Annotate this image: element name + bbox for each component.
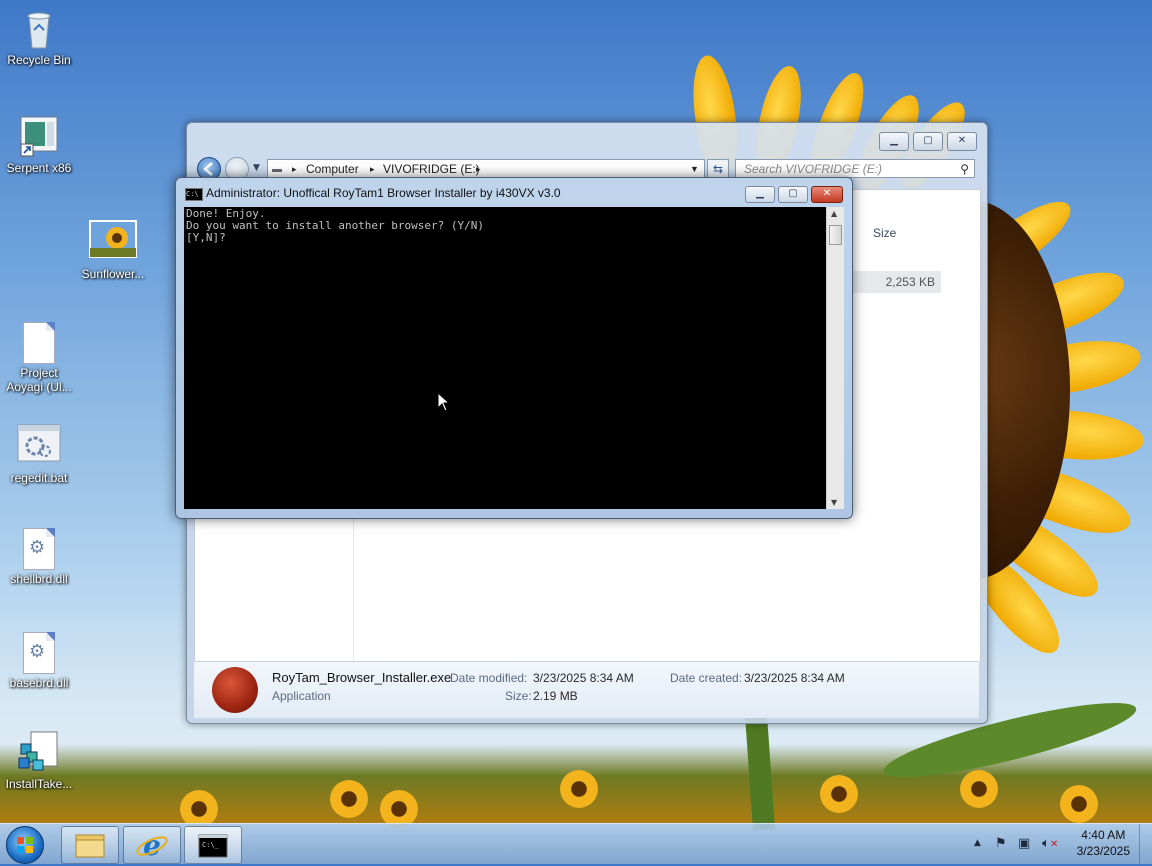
folder-icon: [75, 834, 105, 858]
taskbar-ie-button[interactable]: e: [123, 826, 181, 864]
details-pane: RoyTam_Browser_Installer.exe Application…: [194, 661, 979, 718]
volume-muted-icon[interactable]: 🔈︎✕: [1042, 836, 1058, 851]
desktop-icon-project-aoyagi[interactable]: Project Aoyagi (Ul...: [0, 320, 78, 394]
console-title: Administrator: Unoffical RoyTam1 Browser…: [206, 186, 561, 200]
details-filename: RoyTam_Browser_Installer.exe: [272, 670, 452, 685]
start-button[interactable]: [6, 826, 44, 864]
console-minimize-button[interactable]: ▁: [745, 186, 775, 203]
command-prompt-icon: C:\_: [198, 834, 228, 858]
search-placeholder: Search VIVOFRIDGE (E:): [744, 162, 883, 176]
show-desktop-button[interactable]: [1139, 824, 1152, 864]
mouse-cursor-icon: [437, 392, 451, 412]
maximize-button[interactable]: ▢: [913, 132, 943, 151]
dll-file-icon: ⚙: [23, 528, 55, 570]
svg-text:e: e: [143, 829, 161, 862]
desktop-icon-label: regedit.bat: [10, 471, 68, 485]
desktop-icon-label: basebrd.dll: [9, 676, 69, 690]
date-created-value: 3/23/2025 8:34 AM: [744, 671, 845, 685]
desktop-icon-regedit-bat[interactable]: regedit.bat: [0, 424, 78, 485]
desktop-icon-basebrd-dll[interactable]: ⚙ basebrd.dll: [0, 630, 78, 690]
desktop-icon-label: Serpent x86: [6, 161, 72, 175]
clock-date: 3/23/2025: [1076, 844, 1130, 858]
clock[interactable]: 4:40 AM 3/23/2025: [1077, 827, 1130, 859]
desktop-icon-label: InstallTake...: [5, 777, 73, 791]
desktop-icon-recycle-bin[interactable]: Recycle Bin: [0, 6, 78, 67]
taskbar-explorer-button[interactable]: [61, 826, 119, 864]
desktop-icon-label: Recycle Bin: [7, 53, 71, 67]
desktop-icon-serpent[interactable]: Serpent x86: [0, 114, 78, 175]
internet-explorer-icon: e: [136, 829, 168, 862]
minimize-button[interactable]: ▁: [879, 132, 909, 151]
dll-file-icon: ⚙: [23, 632, 55, 674]
cmd-icon: C:\: [185, 188, 203, 201]
recent-pages-chevron-icon[interactable]: ▼: [253, 163, 260, 173]
desktop-icon-label: shellbrd.dll: [10, 572, 68, 586]
console-close-button[interactable]: ✕: [811, 186, 843, 203]
console-line: [Y,N]?: [186, 231, 226, 244]
registry-file-icon: [17, 730, 61, 774]
search-input[interactable]: Search VIVOFRIDGE (E:) ⚲: [735, 159, 975, 178]
recycle-bin-icon: [17, 6, 61, 50]
action-center-flag-icon[interactable]: ⚑: [995, 836, 1007, 851]
application-icon: [212, 667, 258, 713]
column-header-size[interactable]: Size: [873, 226, 896, 240]
close-button[interactable]: ✕: [947, 132, 977, 151]
date-modified-value: 3/23/2025 8:34 AM: [533, 671, 634, 685]
windows-logo-icon: [17, 837, 33, 853]
scroll-thumb[interactable]: [829, 225, 842, 245]
scroll-up-arrow-icon[interactable]: ▲: [831, 209, 837, 218]
batch-file-icon: [17, 424, 61, 468]
image-file-icon: [89, 220, 137, 264]
desktop-icon-installtake[interactable]: InstallTake...: [0, 730, 78, 791]
desktop-icon-label: Project Aoyagi (Ul...: [6, 366, 72, 394]
file-row-size[interactable]: 2,253 KB: [853, 271, 941, 293]
taskbar: e C:\_ ▲ ⚑ ▣ 🔈︎✕ 4:40 AM 3/23/2025: [0, 823, 1152, 864]
taskbar-cmd-button[interactable]: C:\_: [184, 826, 242, 864]
field-bloom: [1060, 785, 1098, 823]
scroll-down-arrow-icon[interactable]: ▼: [831, 498, 837, 507]
document-icon: [23, 322, 55, 364]
field-bloom: [560, 770, 598, 808]
console-scrollbar[interactable]: ▲ ▼: [826, 207, 844, 509]
clock-time: 4:40 AM: [1081, 828, 1126, 842]
console-line: Do you want to install another browser? …: [186, 219, 485, 232]
date-modified-label: Date modified:: [450, 671, 528, 685]
desktop-icon-label: Sunflower...: [81, 267, 145, 281]
show-hidden-icons-icon[interactable]: ▲: [974, 838, 981, 848]
network-icon[interactable]: ▣: [1018, 836, 1030, 851]
search-icon: ⚲: [960, 162, 969, 176]
field-bloom: [820, 775, 858, 813]
size-label: Size:: [505, 689, 532, 703]
console-window[interactable]: C:\ Administrator: Unoffical RoyTam1 Bro…: [175, 177, 853, 519]
date-created-label: Date created:: [670, 671, 743, 685]
details-filetype: Application: [272, 689, 331, 703]
field-bloom: [960, 770, 998, 808]
console-maximize-button[interactable]: ▢: [778, 186, 808, 203]
desktop-icon-shellbrd-dll[interactable]: ⚙ shellbrd.dll: [0, 526, 78, 586]
svg-text:C:\_: C:\_: [202, 841, 220, 849]
desktop-icon-sunflower[interactable]: Sunflower...: [74, 220, 152, 281]
shortcut-app-icon: [17, 114, 61, 158]
field-bloom: [330, 780, 368, 818]
console-output[interactable]: Done! Enjoy. Do you want to install anot…: [184, 207, 826, 509]
size-value: 2.19 MB: [533, 689, 578, 703]
